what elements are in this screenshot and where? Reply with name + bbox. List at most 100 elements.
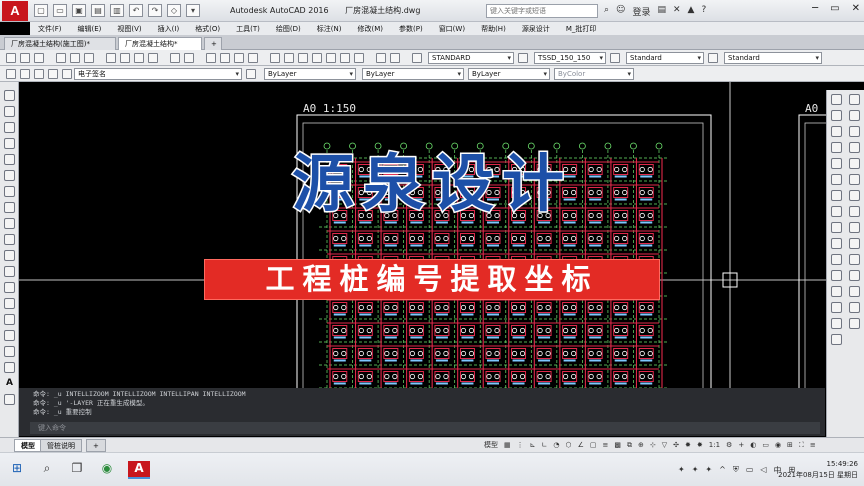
extend-tool-icon[interactable] [831,254,842,265]
ortho-icon[interactable]: ∟ [542,441,548,449]
dim-style-icon[interactable] [518,53,528,63]
clock[interactable]: 15:49:26 2021年08月15日 星期日 [778,459,858,481]
redo-icon[interactable]: ↷ [148,4,162,17]
match-properties-icon[interactable] [148,53,158,63]
undo-icon[interactable]: ↶ [129,4,143,17]
layer-properties-icon[interactable] [6,69,16,79]
region-tool-icon[interactable] [4,346,15,357]
layout-tab-model[interactable]: 模型 [14,439,42,452]
drawing-canvas[interactable]: A0 1:150 A0 [19,82,826,388]
rectangle-tool-icon[interactable] [4,154,15,165]
text-style-select[interactable]: STANDARD [428,52,514,64]
sun-icon[interactable] [34,69,44,79]
exchange-icon[interactable]: ✕ [673,5,681,18]
rotate-tool-icon[interactable] [831,190,842,201]
undo-icon[interactable] [170,53,180,63]
save-icon[interactable] [34,53,44,63]
osnap-icon[interactable]: ▢ [590,441,597,449]
menu-file[interactable]: 文件(F) [30,22,70,35]
infer-icon[interactable]: ⊾ [530,441,536,449]
menu-draw[interactable]: 绘图(D) [268,22,309,35]
snap-midpoint-icon[interactable] [849,110,860,121]
task-view-icon[interactable]: ❐ [68,461,86,479]
snap-none-icon[interactable] [849,302,860,313]
volume-icon[interactable]: ◁ [760,465,766,476]
trim-tool-icon[interactable] [831,238,842,249]
stretch-tool-icon[interactable] [831,222,842,233]
design-center-icon[interactable] [284,53,294,63]
table-style-icon[interactable] [610,53,620,63]
paste-icon[interactable] [134,53,144,63]
print-icon[interactable]: ▥ [110,4,124,17]
scale-tool-icon[interactable] [831,206,842,217]
tray-app-icon[interactable]: ✦ [705,465,712,476]
snap-extension-icon[interactable] [849,158,860,169]
polyline-tool-icon[interactable] [4,122,15,133]
app-store-icon[interactable]: ▤ [657,5,666,18]
snap-intersection-icon[interactable] [849,126,860,137]
snap-nearest-icon[interactable] [849,286,860,297]
layout-tab-sheet[interactable]: 管桩说明 [40,439,82,452]
mtext-tool-icon[interactable]: A [4,378,15,389]
pan-icon[interactable] [206,53,216,63]
add-selected-icon[interactable] [4,394,15,405]
lock-icon[interactable] [48,69,58,79]
security-icon[interactable]: ⛨ [733,465,739,476]
arc-tool-icon[interactable] [4,170,15,181]
open-file-icon[interactable]: ▭ [53,4,67,17]
snap-insert-icon[interactable] [849,254,860,265]
lineweight-select[interactable]: ByLayer [468,68,550,80]
zoom-previous-icon[interactable] [248,53,258,63]
quick-select-icon[interactable] [376,53,386,63]
grid-icon[interactable]: ▦ [504,441,511,449]
ellipse-arc-tool-icon[interactable] [4,250,15,261]
array-tool-icon[interactable] [831,158,842,169]
cut-icon[interactable] [106,53,116,63]
menu-help[interactable]: 帮助(H) [473,22,514,35]
menu-view[interactable]: 视图(V) [109,22,149,35]
gizmo-icon[interactable]: ✣ [673,441,679,449]
autodesk-icon[interactable]: ▲ [688,5,695,18]
units-icon[interactable]: ◐ [750,441,756,449]
hardware-accel-icon[interactable]: ⊞ [787,441,793,449]
spline-tool-icon[interactable] [4,218,15,229]
network-icon[interactable]: ▭ [746,465,754,476]
table-style-select[interactable]: Standard [626,52,704,64]
lineweight-icon[interactable]: ≡ [603,441,609,449]
plotstyle-select[interactable]: ByColor [554,68,634,80]
publish-icon[interactable] [84,53,94,63]
windows-start-icon[interactable]: ⊞ [8,461,26,479]
close-button[interactable]: ✕ [852,3,860,14]
line-tool-icon[interactable] [4,90,15,101]
search-input[interactable]: 键入关键字或短语 [486,4,598,18]
annotation-visibility-icon[interactable]: ✸ [685,441,691,449]
selection-filter-icon[interactable]: ▽ [662,441,667,449]
quick-properties-icon[interactable]: ▭ [762,441,769,449]
quickcalc-icon[interactable] [340,53,350,63]
minimize-button[interactable]: ─ [812,3,818,14]
menu-dimension[interactable]: 标注(N) [309,22,350,35]
snap-perpendicular-icon[interactable] [849,222,860,233]
insert-block-icon[interactable] [4,266,15,277]
clean-screen-icon[interactable]: ⛶ [799,441,804,450]
break-tool-icon[interactable] [831,270,842,281]
3d-osnap-icon[interactable]: ⊕ [638,441,644,449]
properties-icon[interactable] [270,53,280,63]
show-hidden-icon[interactable]: ^ [719,465,726,476]
tray-app-icon[interactable]: ✦ [678,465,685,476]
menu-edit[interactable]: 编辑(E) [70,22,110,35]
search-icon[interactable]: ⌕ [604,5,609,18]
menu-batch-plot[interactable]: M_批打印 [558,22,605,35]
hatch-tool-icon[interactable] [4,314,15,325]
chamfer-tool-icon[interactable] [831,302,842,313]
layer-select[interactable]: 电子签名 [74,68,242,80]
sheet-set-icon[interactable] [312,53,322,63]
model-space-label[interactable]: 模型 [484,440,498,450]
ellipse-tool-icon[interactable] [4,234,15,245]
snap-settings-icon[interactable] [849,318,860,329]
copy-tool-icon[interactable] [831,110,842,121]
point-tool-icon[interactable] [4,298,15,309]
linetype-select[interactable]: ByLayer [362,68,464,80]
explode-tool-icon[interactable] [831,334,842,345]
snap-icon[interactable]: ⋮ [517,441,524,449]
